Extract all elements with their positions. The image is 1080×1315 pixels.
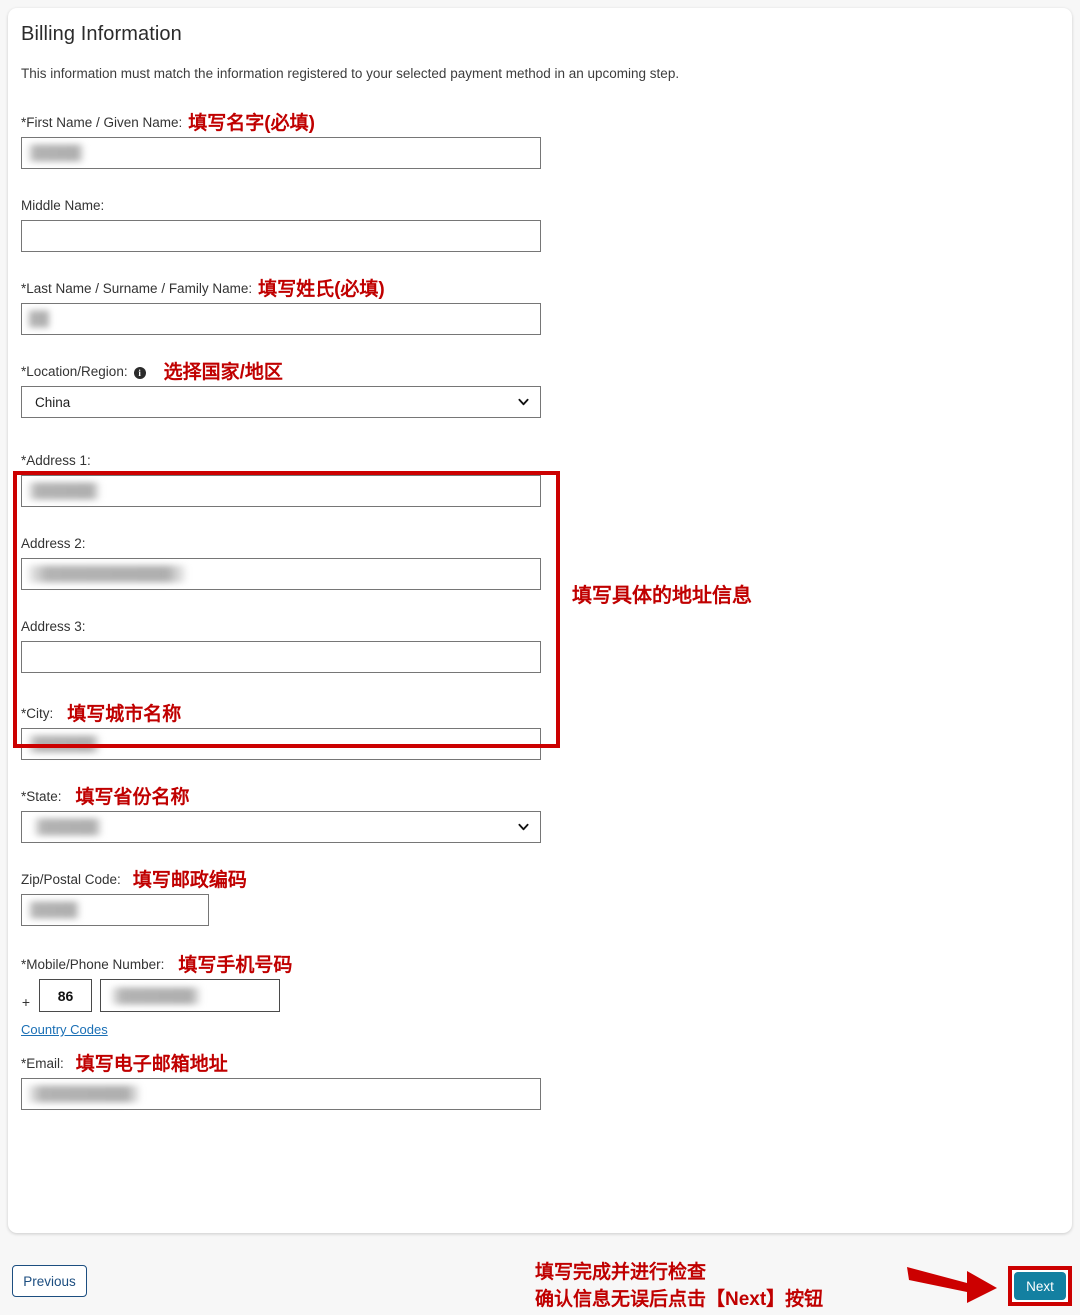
page-root: Billing Information This information mus… xyxy=(0,0,1080,1315)
phone-number-input[interactable] xyxy=(100,979,280,1012)
address-1-label: *Address 1: xyxy=(21,453,91,468)
field-city: *City: 填写城市名称 xyxy=(21,701,1059,760)
state-label-row: *State: 填写省份名称 xyxy=(21,784,1059,808)
field-location-region: *Location/Region: i 选择国家/地区 China xyxy=(21,359,1059,418)
city-label: *City: xyxy=(21,706,54,721)
phone-label-row: *Mobile/Phone Number: 填写手机号码 xyxy=(21,952,1059,976)
info-icon[interactable]: i xyxy=(133,367,146,379)
field-first-name: *First Name / Given Name: 填写名字(必填) xyxy=(21,110,1059,169)
next-button-highlight: Next xyxy=(1008,1266,1072,1306)
phone-annotation: 填写手机号码 xyxy=(178,955,293,976)
field-address-2: Address 2: xyxy=(21,531,1059,590)
page-title: Billing Information xyxy=(21,23,182,45)
address-3-label: Address 3: xyxy=(21,619,86,634)
redacted-value xyxy=(28,482,100,500)
middle-name-label: Middle Name: xyxy=(21,198,105,213)
field-last-name: *Last Name / Surname / Family Name: 填写姓氏… xyxy=(21,276,1059,335)
field-zip-postal-code: Zip/Postal Code: 填写邮政编码 xyxy=(21,867,1059,926)
email-annotation: 填写电子邮箱地址 xyxy=(75,1054,228,1075)
address-side-annotation: 填写具体的地址信息 xyxy=(572,585,752,607)
phone-country-code-input[interactable]: 86 xyxy=(39,979,92,1012)
field-phone: *Mobile/Phone Number: 填写手机号码 + 86 Countr… xyxy=(21,952,1059,1039)
address-2-input[interactable] xyxy=(21,558,541,590)
field-address-1: *Address 1: xyxy=(21,448,1059,507)
redacted-value xyxy=(28,1085,140,1103)
last-name-annotation: 填写姓氏(必填) xyxy=(258,279,385,300)
zip-annotation: 填写邮政编码 xyxy=(132,870,247,891)
redacted-value xyxy=(28,735,100,753)
redacted-value xyxy=(111,987,201,1004)
next-button[interactable]: Next xyxy=(1014,1272,1066,1300)
middle-name-input[interactable] xyxy=(21,220,541,252)
redacted-value xyxy=(28,144,84,162)
phone-plus-sign: + xyxy=(21,993,31,1010)
location-region-label-row: *Location/Region: i 选择国家/地区 xyxy=(21,359,1059,383)
field-state: *State: 填写省份名称 xyxy=(21,784,1059,843)
address-1-input[interactable] xyxy=(21,475,541,507)
page-description: This information must match the informat… xyxy=(21,66,680,81)
redacted-value xyxy=(28,565,186,583)
redacted-value xyxy=(34,818,102,836)
arrow-right-icon xyxy=(907,1267,997,1303)
first-name-label: *First Name / Given Name: xyxy=(21,115,183,130)
zip-input[interactable] xyxy=(21,894,209,926)
redacted-value xyxy=(28,310,50,328)
email-input[interactable] xyxy=(21,1078,541,1110)
address-2-label-row: Address 2: xyxy=(21,531,1059,553)
address-1-label-row: *Address 1: xyxy=(21,448,1059,470)
footer-annotation-line-1: 填写完成并进行检查 xyxy=(535,1262,707,1283)
address-3-label-row: Address 3: xyxy=(21,614,1059,636)
last-name-input[interactable] xyxy=(21,303,541,335)
city-annotation: 填写城市名称 xyxy=(67,704,182,725)
last-name-label: *Last Name / Surname / Family Name: xyxy=(21,281,253,296)
chevron-down-icon xyxy=(518,823,529,831)
card-content: Billing Information This information mus… xyxy=(21,20,1059,1110)
first-name-annotation: 填写名字(必填) xyxy=(188,113,315,134)
zip-label: Zip/Postal Code: xyxy=(21,872,121,887)
state-label: *State: xyxy=(21,789,62,804)
field-email: *Email: 填写电子邮箱地址 xyxy=(21,1051,1059,1110)
field-middle-name: Middle Name: xyxy=(21,193,1059,252)
email-label: *Email: xyxy=(21,1056,64,1071)
footer-annotation: 填写完成并进行检查 确认信息无误后点击【Next】按钮 xyxy=(535,1259,823,1313)
address-2-label: Address 2: xyxy=(21,536,86,551)
state-select[interactable] xyxy=(21,811,541,843)
location-region-value: China xyxy=(35,394,71,410)
billing-information-card: Billing Information This information mus… xyxy=(8,8,1072,1233)
location-region-annotation: 选择国家/地区 xyxy=(163,362,283,383)
email-label-row: *Email: 填写电子邮箱地址 xyxy=(21,1051,1059,1075)
location-region-label: *Location/Region: xyxy=(21,364,128,379)
city-input[interactable] xyxy=(21,728,541,760)
state-annotation: 填写省份名称 xyxy=(75,787,190,808)
middle-name-label-row: Middle Name: xyxy=(21,193,1059,215)
chevron-down-icon xyxy=(518,398,529,406)
redacted-value xyxy=(28,901,80,919)
phone-label: *Mobile/Phone Number: xyxy=(21,957,165,972)
last-name-label-row: *Last Name / Surname / Family Name: 填写姓氏… xyxy=(21,276,1059,300)
previous-button[interactable]: Previous xyxy=(12,1265,87,1297)
country-codes-link[interactable]: Country Codes xyxy=(21,1022,108,1037)
city-label-row: *City: 填写城市名称 xyxy=(21,701,1059,725)
form-footer: Previous 填写完成并进行检查 确认信息无误后点击【Next】按钮 Nex… xyxy=(0,1253,1080,1315)
footer-annotation-line-2: 确认信息无误后点击【Next】按钮 xyxy=(535,1289,824,1310)
first-name-label-row: *First Name / Given Name: 填写名字(必填) xyxy=(21,110,1059,134)
address-3-input[interactable] xyxy=(21,641,541,673)
field-address-3: Address 3: xyxy=(21,614,1059,673)
location-region-select[interactable]: China xyxy=(21,386,541,418)
phone-input-row: + 86 xyxy=(21,979,1059,1012)
zip-label-row: Zip/Postal Code: 填写邮政编码 xyxy=(21,867,1059,891)
first-name-input[interactable] xyxy=(21,137,541,169)
